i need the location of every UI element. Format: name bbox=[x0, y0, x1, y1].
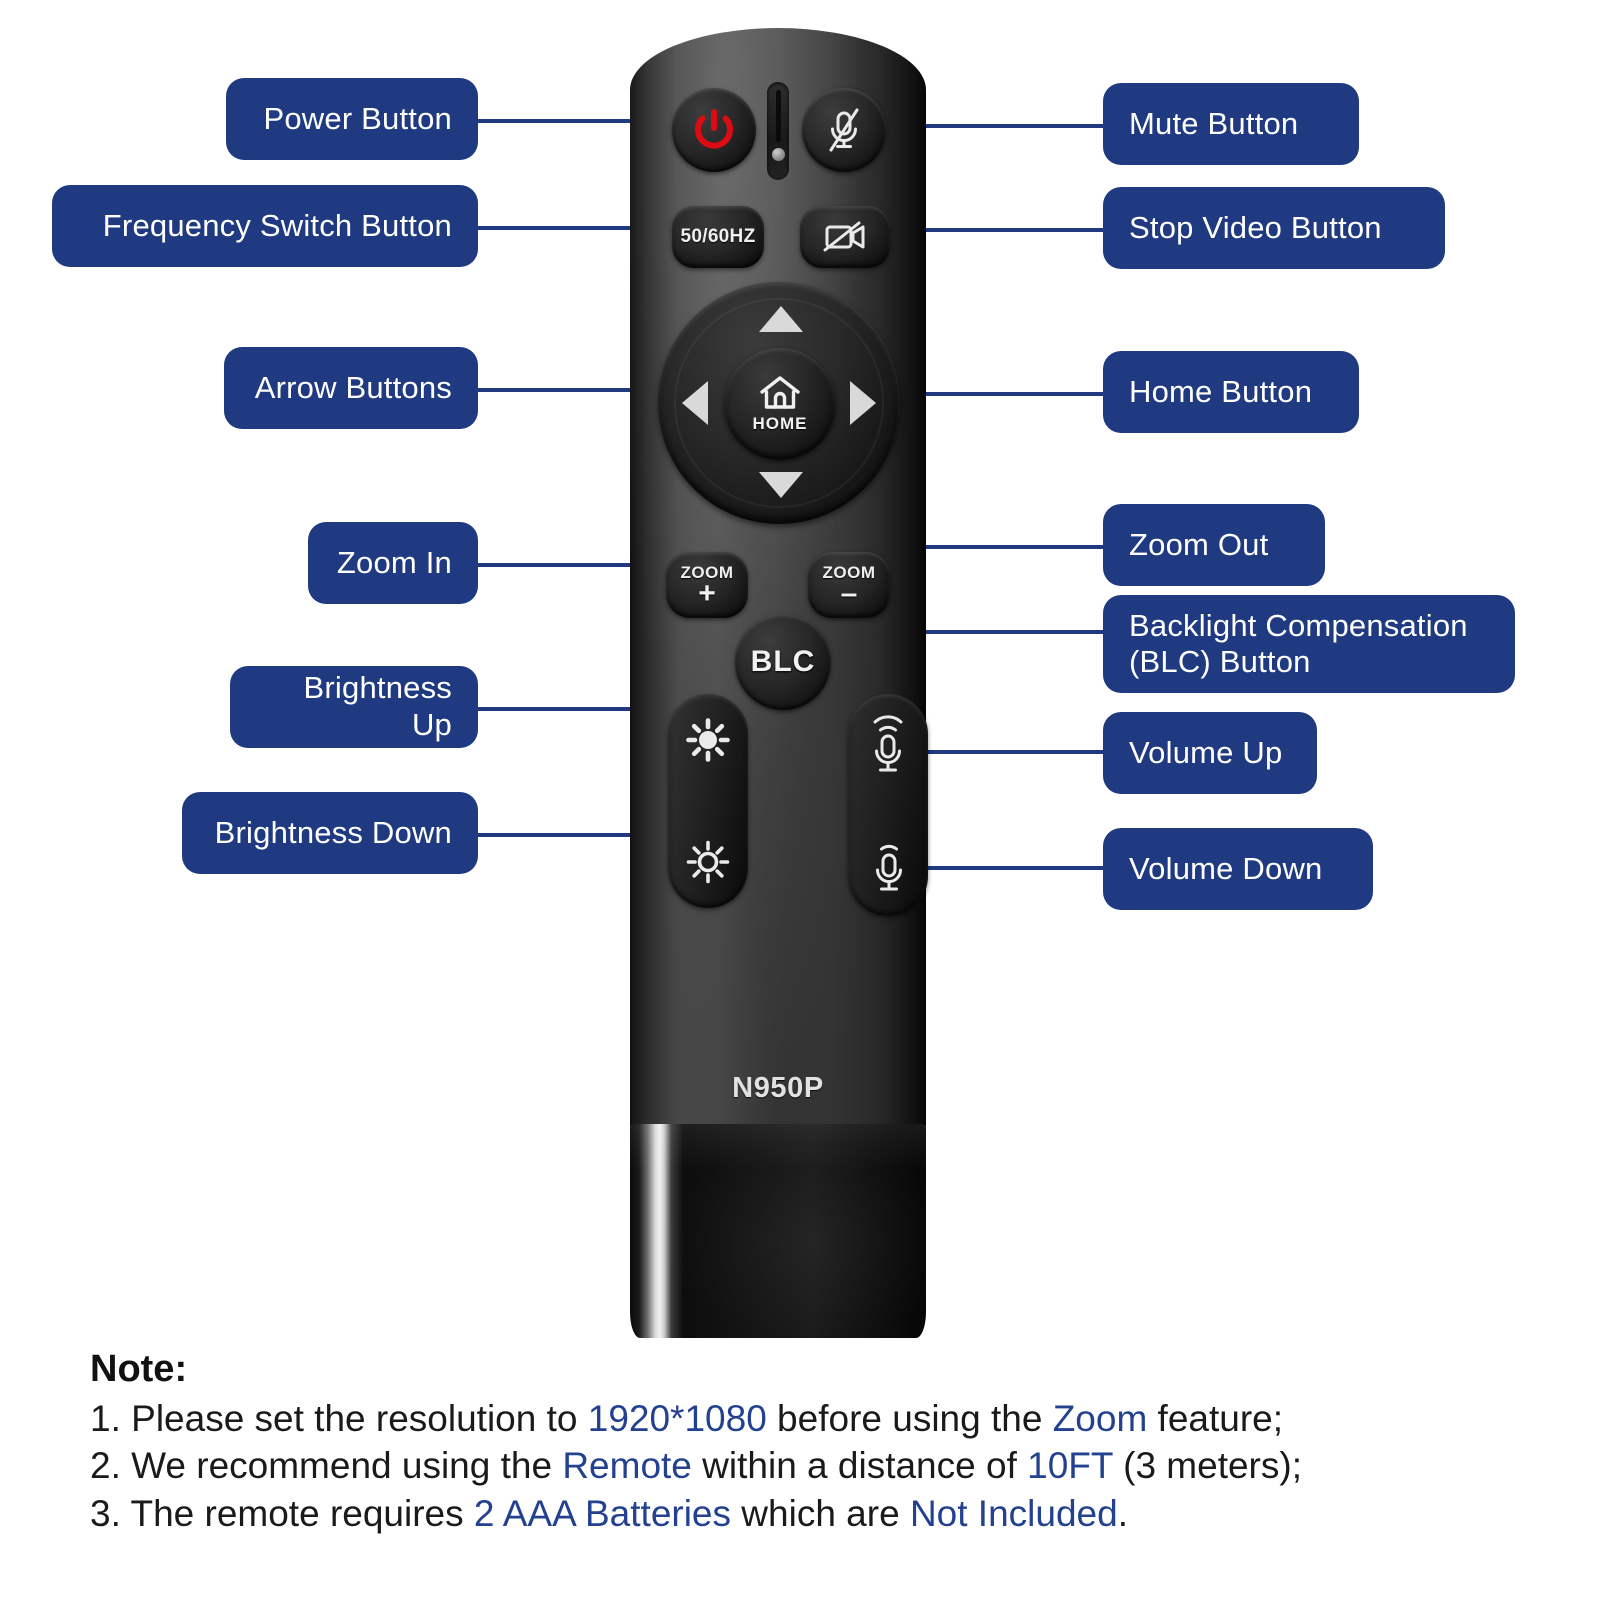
callout-label: Frequency Switch Button bbox=[102, 207, 452, 243]
note-text: 1. Please set the resolution to bbox=[90, 1398, 588, 1439]
camera-off-icon bbox=[823, 221, 865, 252]
arrow-left-button[interactable] bbox=[682, 381, 708, 425]
note-title: Note: bbox=[90, 1348, 188, 1390]
zoom-minus-icon: – bbox=[840, 577, 858, 610]
callout-brightness-down[interactable]: Brightness Down bbox=[182, 792, 478, 874]
note-highlight: Remote bbox=[562, 1445, 692, 1487]
blc-button[interactable]: BLC bbox=[735, 614, 831, 710]
callout-volume-down[interactable]: Volume Down bbox=[1103, 828, 1373, 910]
callout-label: Mute Button bbox=[1129, 105, 1299, 141]
sun-outline-icon bbox=[686, 840, 730, 884]
note-text: (3 meters); bbox=[1112, 1445, 1302, 1487]
callout-label: Volume Up bbox=[1129, 734, 1283, 770]
callout-blc-button[interactable]: Backlight Compensation (BLC) Button bbox=[1103, 595, 1515, 693]
mic-icon bbox=[876, 844, 902, 891]
brightness-rocker[interactable] bbox=[668, 694, 748, 908]
callout-power-button[interactable]: Power Button bbox=[226, 78, 478, 160]
callout-stop-video-button[interactable]: Stop Video Button bbox=[1103, 187, 1445, 269]
callout-label: Power Button bbox=[263, 100, 452, 136]
power-icon bbox=[695, 109, 733, 149]
note-text: which are bbox=[731, 1492, 910, 1534]
power-button[interactable] bbox=[672, 88, 756, 172]
note-text: within a distance of bbox=[691, 1445, 1028, 1487]
note-text: 3. The remote requires bbox=[90, 1492, 474, 1534]
mic-waves-icon bbox=[873, 715, 903, 772]
stop-video-button[interactable] bbox=[800, 206, 890, 268]
note-text: 2. We recommend using the bbox=[90, 1445, 563, 1487]
callout-label: Zoom In bbox=[336, 544, 452, 580]
mute-button[interactable] bbox=[802, 88, 886, 172]
led-indicator bbox=[772, 148, 785, 161]
home-icon bbox=[760, 376, 800, 409]
home-label: HOME bbox=[752, 414, 808, 433]
callout-label: Brightness Down bbox=[214, 814, 452, 850]
note-block: Note: 1. Please set the resolution to 19… bbox=[90, 1348, 1530, 1537]
callout-brightness-up[interactable]: Brightness Up bbox=[230, 666, 478, 748]
note-line-3: 3. The remote requires 2 AAA Batteries w… bbox=[90, 1490, 1530, 1537]
callout-frequency-switch-button[interactable]: Frequency Switch Button bbox=[52, 185, 478, 267]
callout-label: Zoom Out bbox=[1129, 526, 1269, 562]
callout-volume-up[interactable]: Volume Up bbox=[1103, 712, 1317, 794]
callout-home-button[interactable]: Home Button bbox=[1103, 351, 1359, 433]
zoom-in-button[interactable]: ZOOM + bbox=[666, 552, 748, 618]
frequency-switch-button[interactable]: 50/60HZ bbox=[672, 206, 764, 268]
mic-muted-icon bbox=[829, 108, 859, 152]
callout-label: Brightness Up bbox=[303, 670, 452, 742]
note-line-1: 1. Please set the resolution to 1920*108… bbox=[90, 1395, 1530, 1442]
brightness-up-button[interactable] bbox=[682, 714, 734, 766]
note-text: before using the bbox=[766, 1398, 1053, 1439]
callout-label-line-1: Backlight Compensation bbox=[1129, 608, 1468, 644]
callout-zoom-in[interactable]: Zoom In bbox=[308, 522, 478, 604]
zoom-out-button[interactable]: ZOOM – bbox=[808, 552, 890, 618]
callout-mute-button[interactable]: Mute Button bbox=[1103, 83, 1359, 165]
callout-zoom-out[interactable]: Zoom Out bbox=[1103, 504, 1325, 586]
note-text: feature; bbox=[1147, 1398, 1284, 1439]
note-highlight: 1920*1080 bbox=[587, 1398, 767, 1439]
model-name-label: N950P bbox=[732, 1072, 824, 1104]
remote-control: N950P 50/60HZ HOME ZOOM + ZOOM – BLC bbox=[630, 28, 928, 1338]
dpad-ring[interactable]: HOME bbox=[658, 282, 900, 524]
note-highlight: 10FT bbox=[1027, 1445, 1113, 1487]
volume-down-button[interactable] bbox=[858, 828, 918, 902]
blc-label: BLC bbox=[750, 645, 816, 678]
note-line-2: 2. We recommend using the Remote within … bbox=[90, 1442, 1530, 1489]
callout-label: Arrow Buttons bbox=[254, 369, 452, 405]
volume-rocker[interactable] bbox=[848, 694, 928, 916]
diagram-canvas: Power Button Frequency Switch Button Arr… bbox=[0, 0, 1600, 1600]
remote-lower-body bbox=[630, 1124, 926, 1338]
callout-label-line-2: (BLC) Button bbox=[1129, 644, 1311, 679]
sun-filled-icon bbox=[686, 718, 730, 762]
callout-label: Stop Video Button bbox=[1129, 209, 1382, 245]
note-highlight: Not Included bbox=[909, 1492, 1118, 1534]
brightness-down-button[interactable] bbox=[682, 836, 734, 888]
callout-label: Home Button bbox=[1129, 373, 1313, 409]
note-text: . bbox=[1117, 1492, 1128, 1534]
note-highlight: 2 AAA Batteries bbox=[473, 1492, 732, 1534]
arrow-down-button[interactable] bbox=[759, 472, 803, 498]
home-button[interactable]: HOME bbox=[724, 348, 836, 460]
volume-up-button[interactable] bbox=[858, 708, 918, 782]
zoom-plus-icon: + bbox=[698, 577, 716, 610]
frequency-label: 50/60HZ bbox=[680, 226, 756, 247]
callout-arrow-buttons[interactable]: Arrow Buttons bbox=[224, 347, 478, 429]
note-highlight: Zoom bbox=[1052, 1398, 1148, 1439]
arrow-up-button[interactable] bbox=[759, 306, 803, 332]
callout-label: Volume Down bbox=[1129, 850, 1323, 886]
ir-emitter-bar bbox=[776, 90, 781, 142]
arrow-right-button[interactable] bbox=[850, 381, 876, 425]
